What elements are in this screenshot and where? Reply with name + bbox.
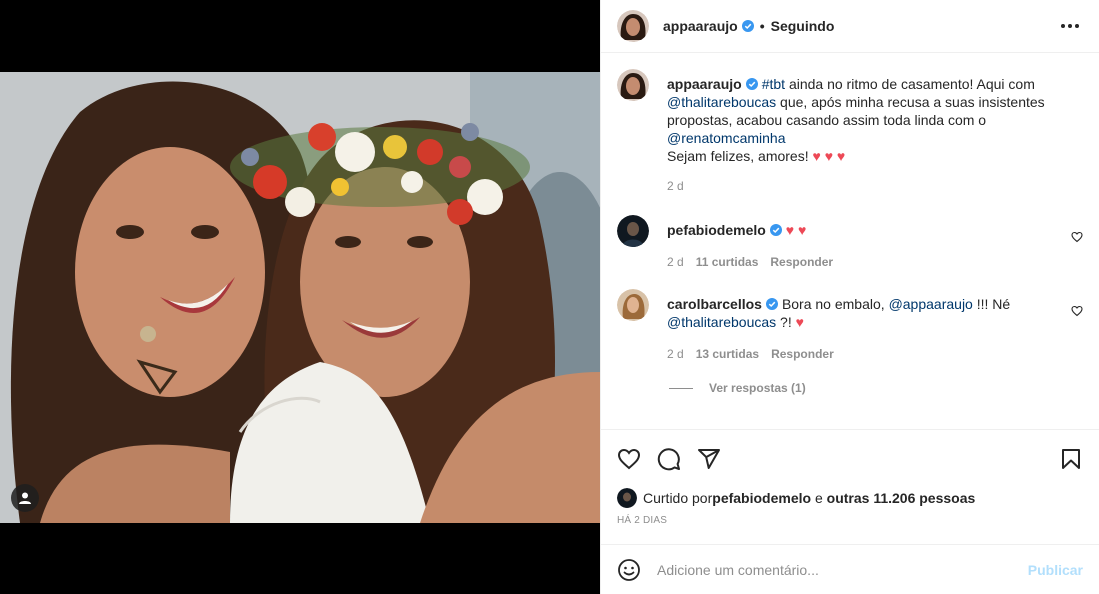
caption-text-part: ainda no ritmo de casamento! Aqui com (785, 76, 1035, 92)
comment-time[interactable]: 2 d (667, 345, 684, 363)
mention-link[interactable]: @thalitareboucas (667, 314, 776, 330)
following-button[interactable]: Seguindo (771, 18, 835, 34)
comment: pefabiodemelo ♥ ♥ 2 d 11 curtidas Respond… (617, 215, 1083, 271)
post-media (0, 0, 600, 594)
caption: appaaraujo #tbt ainda no ritmo de casamen… (617, 69, 1083, 195)
heart-emojis: ♥ ♥ ♥ (812, 148, 846, 164)
likes-others-count[interactable]: outras 11.206 pessoas (827, 490, 976, 506)
author-username[interactable]: appaaraujo (663, 18, 738, 34)
comment-likes-count[interactable]: 13 curtidas (696, 345, 759, 363)
emoji-icon[interactable] (617, 558, 641, 582)
post-header: appaaraujo • Seguindo (601, 0, 1099, 53)
verified-badge-icon (765, 298, 778, 310)
photo-illustration (0, 72, 600, 523)
heart-icon[interactable] (617, 447, 641, 471)
likes-summary: Curtido por pefabiodemelo e outras 11.20… (601, 487, 1099, 509)
hashtag-link[interactable]: #tbt (762, 76, 785, 92)
add-comment-bar: Publicar (601, 544, 1099, 594)
heart-emojis: ♥ (795, 314, 804, 330)
user-tag-icon (19, 492, 31, 504)
comment: carolbarcellos Bora no embalo, @appaarauj… (617, 289, 1083, 363)
liker-avatar[interactable] (617, 488, 637, 508)
caption-time[interactable]: 2 d (667, 177, 684, 195)
commenter-avatar[interactable] (617, 289, 649, 321)
author-avatar[interactable] (617, 69, 649, 101)
likes-middle: e (811, 490, 827, 506)
post-photo[interactable] (0, 72, 600, 523)
comment-text-part: Bora no embalo, (781, 296, 889, 312)
heart-icon[interactable] (1071, 305, 1083, 317)
verified-badge-icon (769, 224, 782, 236)
mention-link[interactable]: @appaaraujo (889, 296, 973, 312)
author-avatar[interactable] (617, 10, 649, 42)
bookmark-icon[interactable] (1059, 447, 1083, 471)
replies-divider (669, 387, 693, 389)
caption-username[interactable]: appaaraujo (667, 76, 742, 92)
publish-button[interactable]: Publicar (1028, 562, 1083, 578)
likes-prefix: Curtido por (643, 490, 713, 506)
post-side-panel: appaaraujo • Seguindo appaaraujo #tbt ain… (600, 0, 1099, 594)
liker-username[interactable]: pefabiodemelo (712, 490, 811, 506)
caption-text-part: Sejam felizes, amores! (667, 148, 813, 164)
instagram-post: appaaraujo • Seguindo appaaraujo #tbt ain… (0, 0, 1099, 594)
comment-input[interactable] (657, 561, 1028, 578)
caption-text: appaaraujo #tbt ainda no ritmo de casamen… (667, 75, 1083, 165)
reply-button[interactable]: Responder (771, 345, 834, 363)
comments-list[interactable]: appaaraujo #tbt ainda no ritmo de casamen… (601, 53, 1099, 429)
comment-likes-count[interactable]: 11 curtidas (696, 253, 759, 271)
heart-emojis: ♥ ♥ (785, 222, 807, 238)
user-tag-button[interactable] (11, 484, 39, 512)
reply-button[interactable]: Responder (770, 253, 833, 271)
commenter-username[interactable]: pefabiodemelo (667, 222, 766, 238)
mention-link[interactable]: @thalitareboucas (667, 94, 776, 110)
comment-text-part: ?! (776, 314, 796, 330)
comment-icon[interactable] (657, 447, 681, 471)
share-icon[interactable] (697, 447, 721, 471)
header-separator: • (759, 18, 765, 34)
verified-badge-icon (741, 20, 754, 32)
view-replies-button[interactable]: Ver respostas (1) (669, 381, 1083, 395)
heart-icon[interactable] (1071, 231, 1083, 243)
comment-text-part: !!! Né (972, 296, 1011, 312)
verified-badge-icon (745, 78, 758, 90)
post-actions (601, 429, 1099, 487)
more-options-icon[interactable] (1057, 20, 1083, 32)
view-replies-label: Ver respostas (1) (709, 381, 806, 395)
post-timestamp[interactable]: HÁ 2 DIAS (601, 515, 1099, 531)
commenter-avatar[interactable] (617, 215, 649, 247)
commenter-username[interactable]: carolbarcellos (667, 296, 762, 312)
comment-time[interactable]: 2 d (667, 253, 684, 271)
mention-link[interactable]: @renatomcaminha (667, 130, 786, 146)
